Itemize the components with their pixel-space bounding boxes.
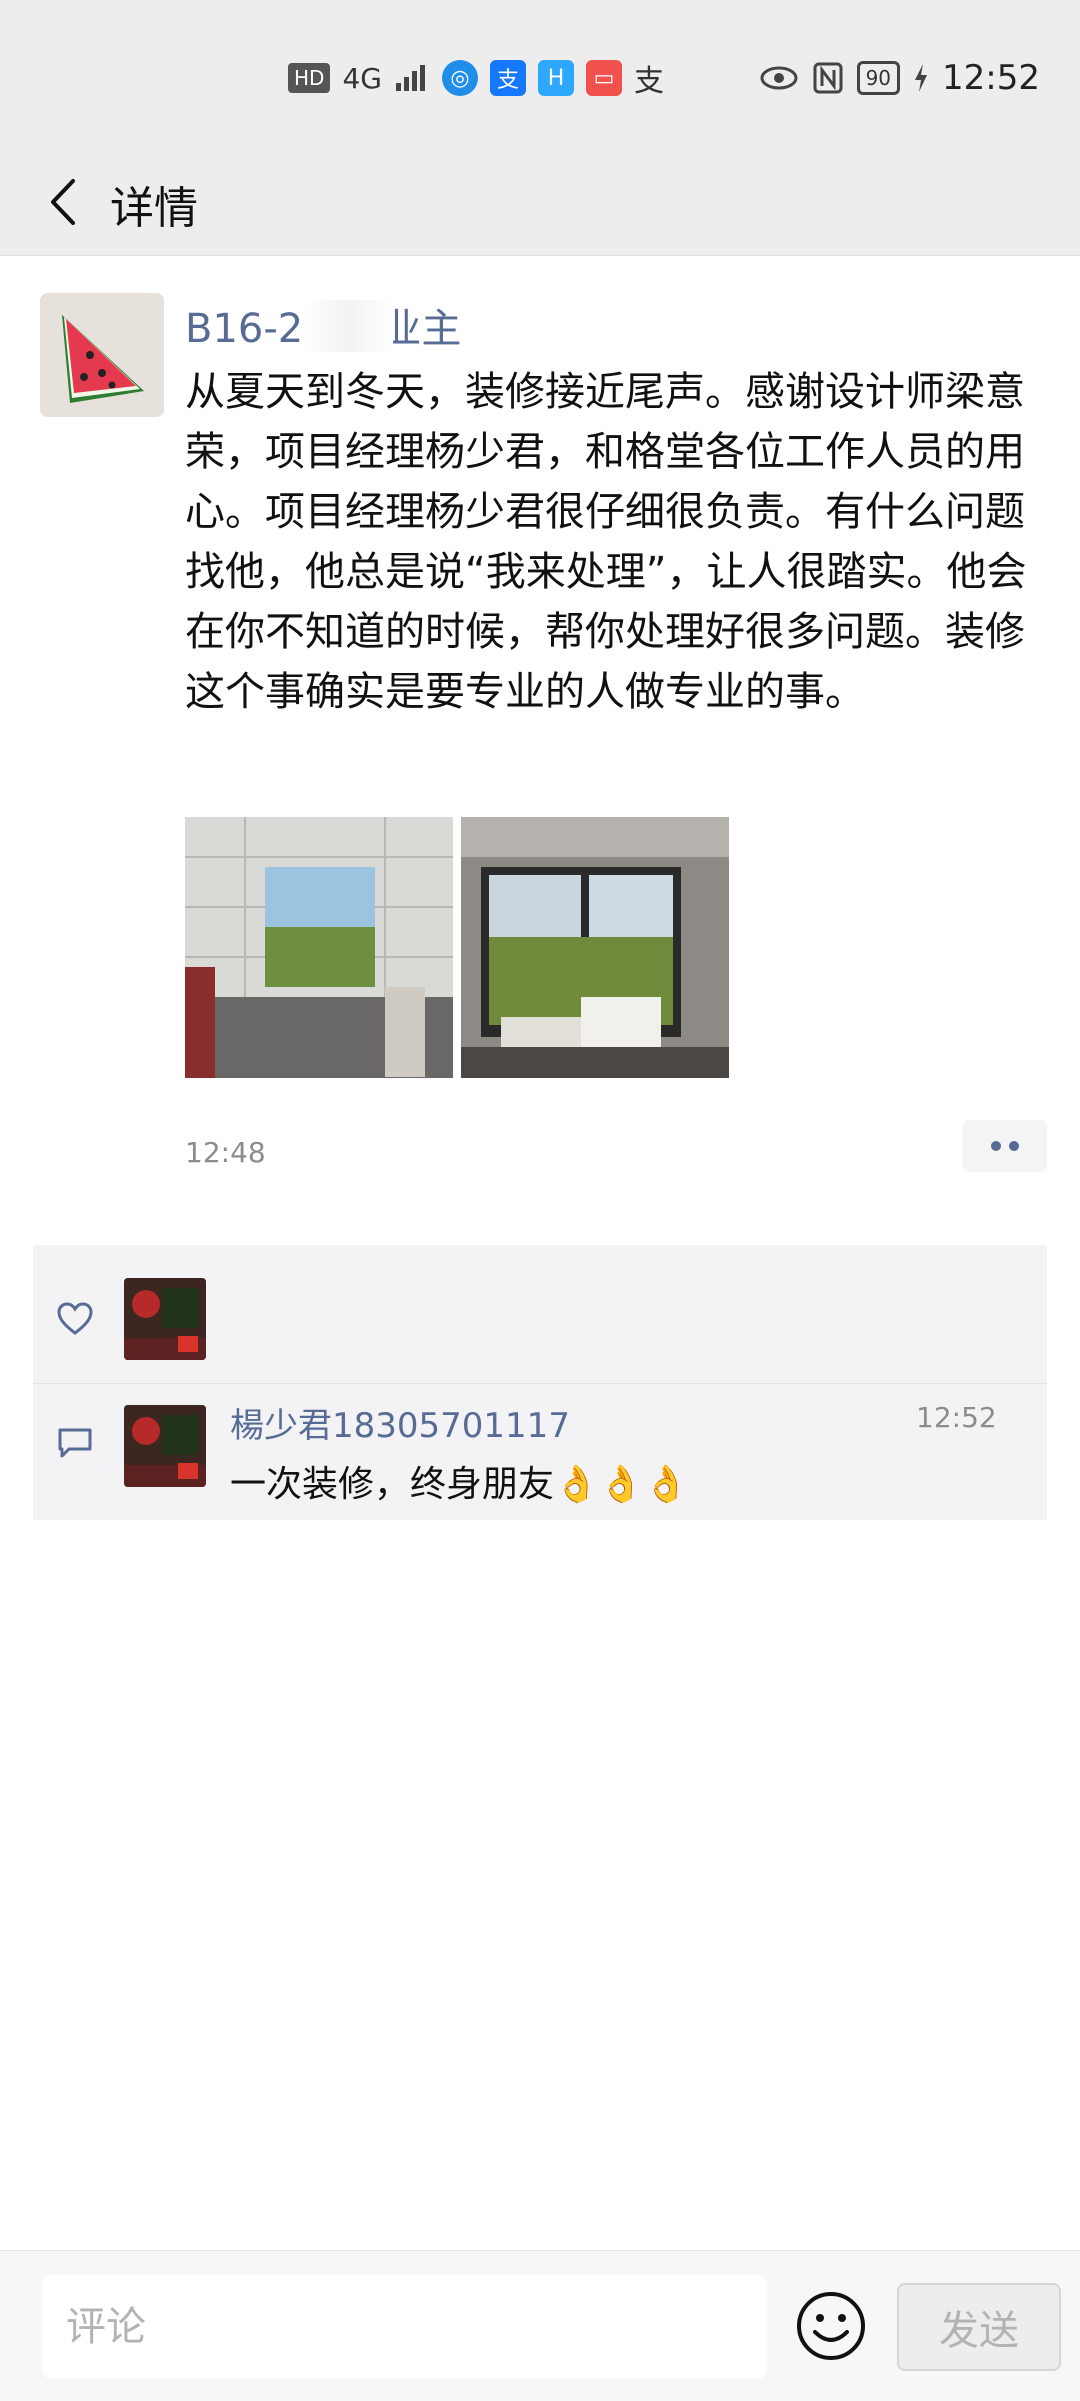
emoji-button[interactable]	[795, 2290, 867, 2362]
post-content: 从夏天到冬天，装修接近尾声。感谢设计师梁意荣，项目经理杨少君，和格堂各位工作人员…	[185, 369, 1027, 715]
status-right: 90 12:52	[759, 58, 1040, 98]
back-button[interactable]	[30, 170, 94, 234]
chevron-left-icon	[51, 179, 75, 225]
signal-icon	[395, 65, 425, 91]
eye-icon	[760, 66, 798, 90]
post-timestamp: 12:48	[185, 1136, 266, 1169]
liker-avatar[interactable]	[124, 1278, 206, 1360]
post-photo-2[interactable]	[461, 817, 729, 1078]
top-nav-bar: 详情	[0, 150, 1080, 256]
alipay-app-icon: 支	[489, 60, 526, 96]
nfc-icon	[813, 62, 843, 94]
status-bar: HD 4G ◎ 支 H ▭ 支 90 12:52	[0, 0, 1080, 150]
renovation-photo-bathroom	[185, 817, 453, 1078]
more-actions-button[interactable]	[963, 1120, 1047, 1172]
battery-indicator: 90	[856, 61, 901, 95]
divider	[33, 1383, 1047, 1384]
comment-text[interactable]: 一次装修，终身朋友👌👌👌	[230, 1455, 688, 1507]
alipay-notify-icon: 支	[633, 64, 664, 99]
page-title: 详情	[110, 183, 198, 234]
liker-avatar-image	[124, 1278, 206, 1360]
heart-icon	[57, 1302, 93, 1340]
smiley-icon	[797, 2292, 865, 2360]
network-type: 4G	[342, 61, 382, 95]
status-left: HD 4G ◎ 支 H ▭ 支	[288, 58, 664, 99]
commenter-name[interactable]: 楊少君18305701117	[230, 1398, 570, 1447]
charging-icon	[915, 64, 928, 92]
commenter-avatar[interactable]	[124, 1405, 206, 1487]
clock: 12:52	[942, 58, 1040, 98]
shop-app-icon: ▭	[585, 60, 622, 96]
comment-icon	[57, 1427, 93, 1463]
more-dot-icon	[1009, 1141, 1019, 1151]
watermelon-avatar-image	[40, 293, 164, 417]
commenter-avatar-image	[124, 1405, 206, 1487]
name-redaction	[305, 300, 393, 352]
comment-input[interactable]	[42, 2275, 767, 2379]
author-avatar[interactable]	[40, 293, 164, 417]
send-button[interactable]: 发送	[897, 2283, 1061, 2371]
more-dot-icon	[991, 1141, 1001, 1151]
post-photo-1[interactable]	[185, 817, 453, 1078]
renovation-photo-room	[461, 817, 729, 1078]
hd-badge: HD	[288, 63, 331, 93]
comment-timestamp: 12:52	[916, 1401, 997, 1434]
hima-app-icon: H	[537, 60, 574, 96]
browser-app-icon: ◎	[441, 60, 478, 96]
